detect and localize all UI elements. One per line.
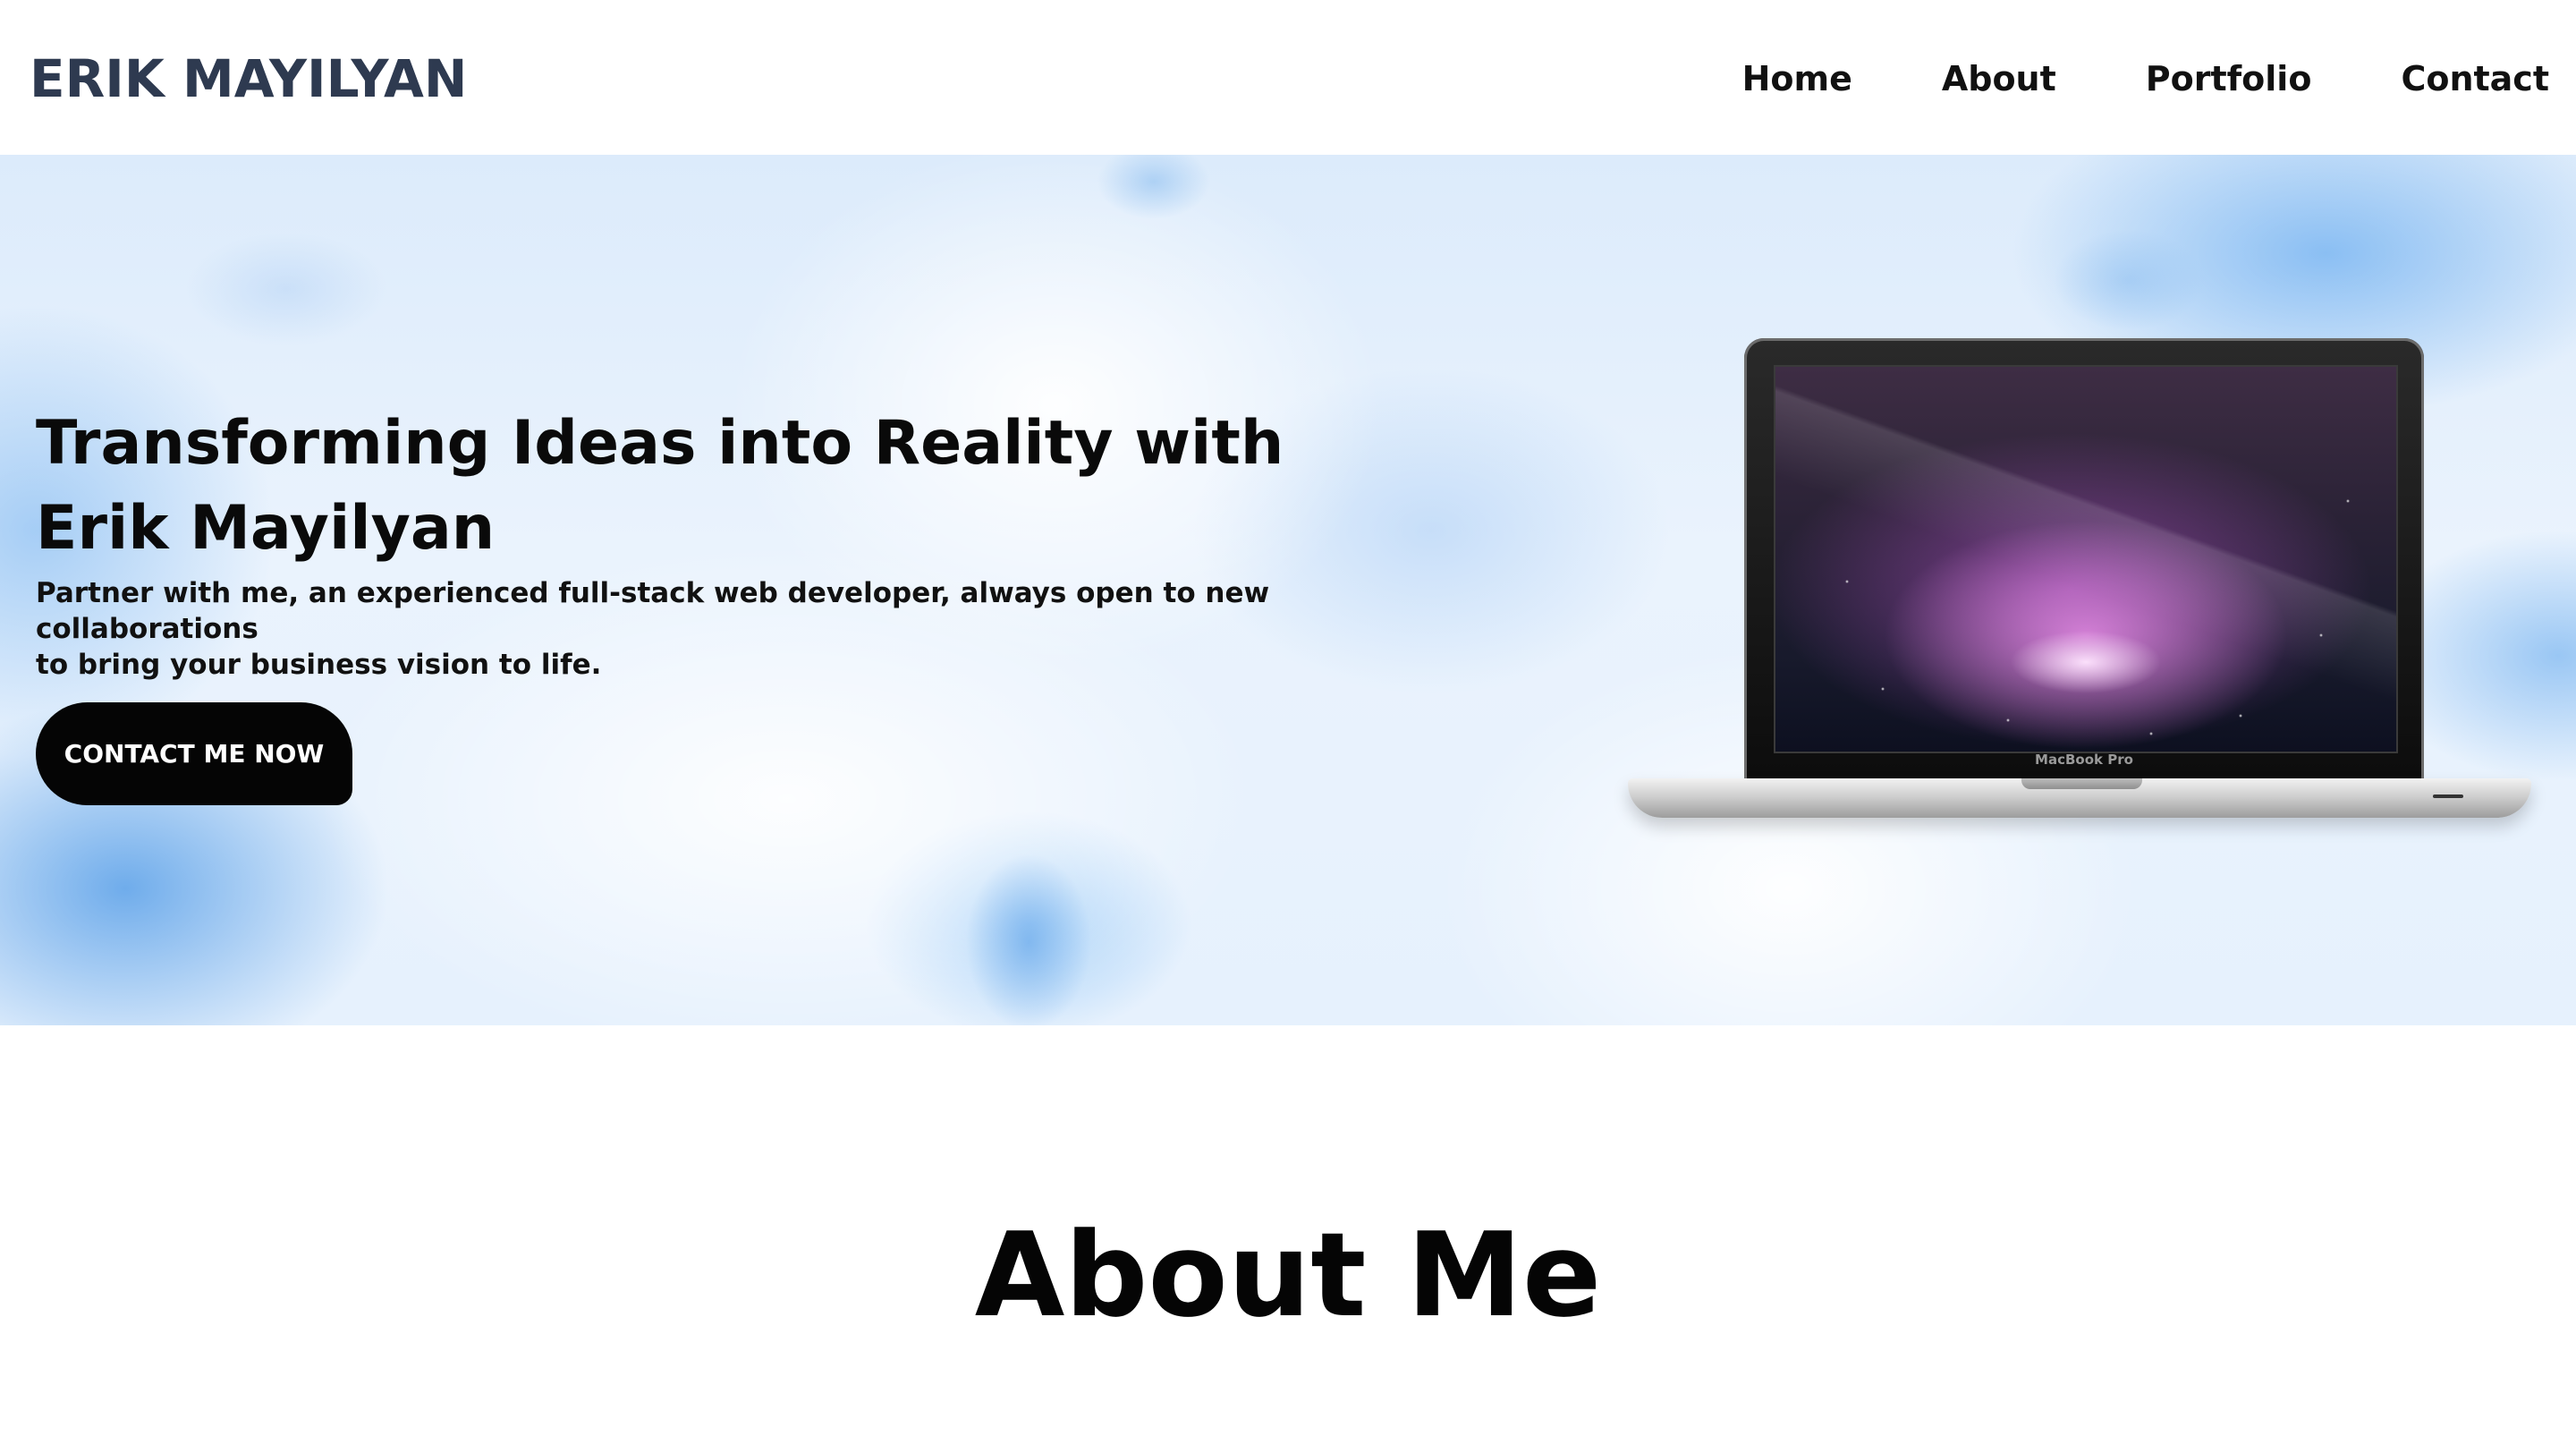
hero-title-line-2: Erik Mayilyan <box>36 493 496 564</box>
hero-subtitle-line-2: to bring your business vision to life. <box>36 649 602 681</box>
nav-about-link[interactable]: About <box>1942 45 2056 113</box>
laptop-indicator-light <box>2433 794 2463 798</box>
nav-contact-link[interactable]: Contact <box>2401 45 2549 113</box>
about-heading: About Me <box>974 1207 1602 1343</box>
laptop-notch <box>2021 778 2142 789</box>
nav-portfolio-link[interactable]: Portfolio <box>2146 45 2312 113</box>
hero-title-line-1: Transforming Ideas into Reality with <box>36 408 1284 479</box>
hero-title: Transforming Ideas into Reality with Eri… <box>36 401 1431 571</box>
page: ERIK MAYILYAN Home About Portfolio Conta… <box>0 0 2576 1453</box>
main-nav: Home About Portfolio Contact <box>1653 45 2549 113</box>
laptop-label: MacBook Pro <box>2035 752 2133 768</box>
site-logo[interactable]: ERIK MAYILYAN <box>30 43 467 115</box>
hero-subtitle-line-1: Partner with me, an experienced full-sta… <box>36 577 1270 645</box>
nav-home-link[interactable]: Home <box>1742 45 1852 113</box>
hero-section: Transforming Ideas into Reality with Eri… <box>0 155 2576 1025</box>
laptop-image: MacBook Pro <box>1628 338 2540 821</box>
laptop-screen <box>1774 365 2398 753</box>
contact-me-button[interactable]: CONTACT ME NOW <box>36 702 352 805</box>
hero-subtitle: Partner with me, an experienced full-sta… <box>36 575 1431 683</box>
site-header: ERIK MAYILYAN Home About Portfolio Conta… <box>0 0 2576 155</box>
